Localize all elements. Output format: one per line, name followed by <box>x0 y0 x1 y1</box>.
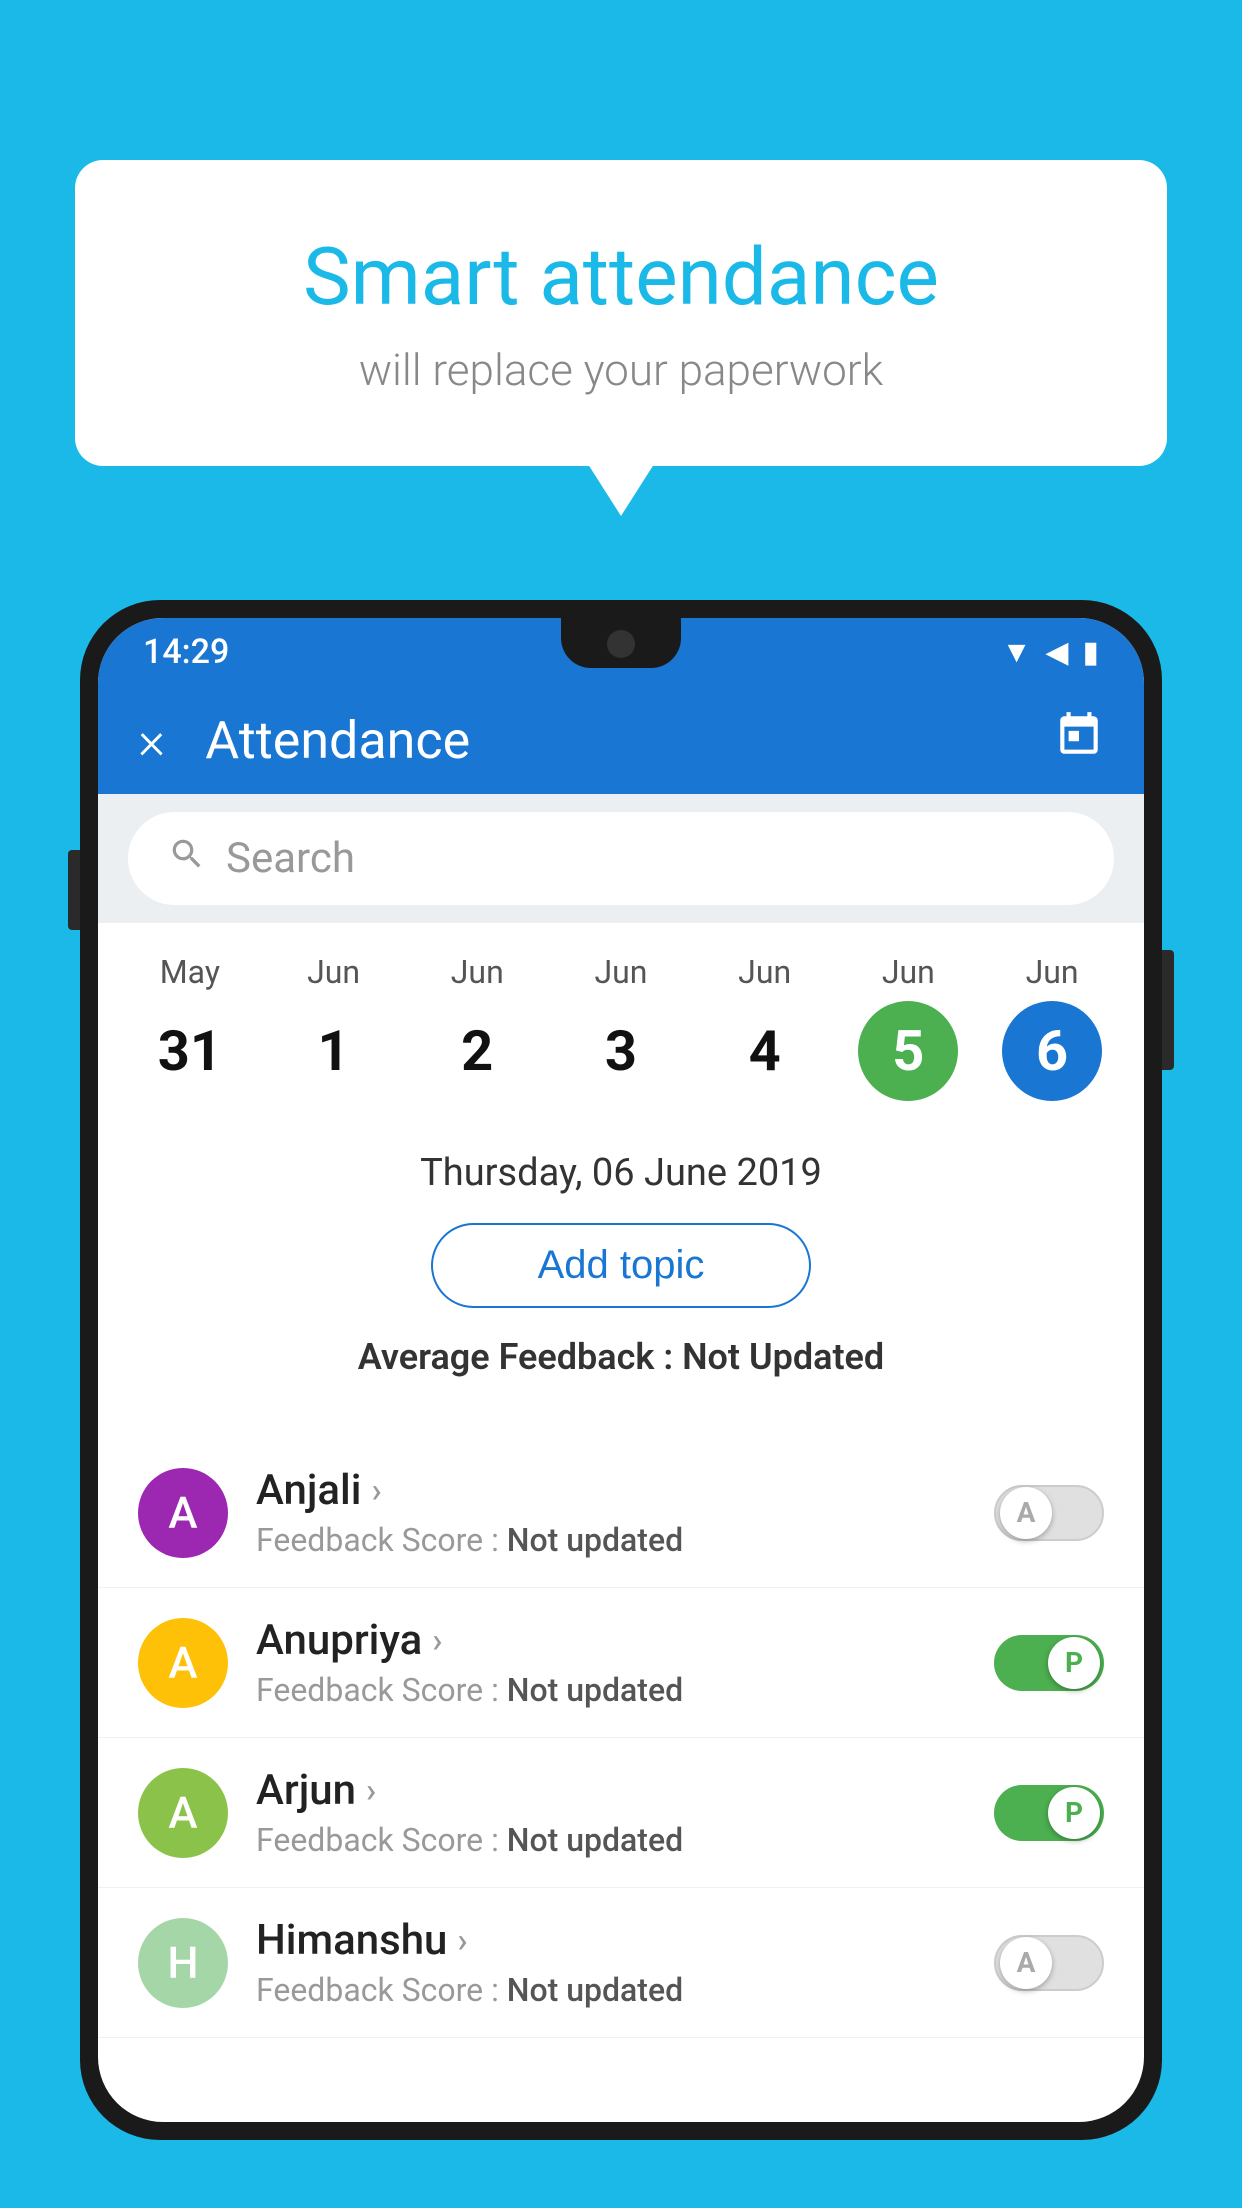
student-name: Arjun › <box>256 1766 966 1815</box>
calendar-day-5[interactable]: Jun 5 <box>853 953 963 1101</box>
cal-month-0: May <box>160 953 220 991</box>
list-item[interactable]: A Arjun › Feedback Score : Not updated P <box>98 1738 1144 1888</box>
student-feedback: Feedback Score : Not updated <box>256 1671 966 1709</box>
cal-month-1: Jun <box>307 953 360 991</box>
avatar: A <box>138 1468 228 1558</box>
chevron-right-icon: › <box>432 1621 442 1661</box>
cal-month-4: Jun <box>738 953 791 991</box>
search-container: Search <box>98 794 1144 923</box>
speech-bubble: Smart attendance will replace your paper… <box>75 160 1167 466</box>
calendar-icon-button[interactable] <box>1054 710 1104 771</box>
cal-month-5: Jun <box>882 953 935 991</box>
avg-feedback: Average Feedback : Not Updated <box>138 1336 1104 1378</box>
close-button[interactable]: × <box>138 710 165 771</box>
avatar: H <box>138 1918 228 2008</box>
avatar: A <box>138 1618 228 1708</box>
attendance-toggle[interactable]: P <box>994 1635 1104 1691</box>
calendar-day-1[interactable]: Jun 1 <box>279 953 389 1101</box>
toggle-knob: A <box>1000 1487 1052 1539</box>
student-name: Anjali › <box>256 1466 966 1515</box>
student-feedback: Feedback Score : Not updated <box>256 1971 966 2009</box>
student-feedback: Feedback Score : Not updated <box>256 1521 966 1559</box>
avatar: A <box>138 1768 228 1858</box>
list-item[interactable]: H Himanshu › Feedback Score : Not update… <box>98 1888 1144 2038</box>
cal-date-0: 31 <box>140 1001 240 1101</box>
speech-bubble-container: Smart attendance will replace your paper… <box>75 160 1167 466</box>
phone-side-button-left <box>68 850 80 930</box>
calendar-day-2[interactable]: Jun 2 <box>422 953 532 1101</box>
phone-notch <box>561 618 681 668</box>
student-info: Anjali › Feedback Score : Not updated <box>256 1466 966 1559</box>
search-placeholder: Search <box>226 834 355 883</box>
chevron-right-icon: › <box>371 1471 381 1511</box>
toggle-knob: P <box>1048 1637 1100 1689</box>
search-bar[interactable]: Search <box>128 812 1114 905</box>
student-name: Himanshu › <box>256 1916 966 1965</box>
cal-month-6: Jun <box>1026 953 1079 991</box>
status-icons: ▼ ◀ ▮ <box>1002 635 1099 670</box>
cal-date-4: 4 <box>715 1001 815 1101</box>
wifi-icon: ▼ <box>1002 635 1032 670</box>
student-feedback: Feedback Score : Not updated <box>256 1821 966 1859</box>
phone-container: 14:29 ▼ ◀ ▮ × Attendance <box>80 600 1162 2208</box>
speech-bubble-subtitle: will replace your paperwork <box>135 344 1107 396</box>
speech-bubble-title: Smart attendance <box>135 230 1107 324</box>
phone-screen: 14:29 ▼ ◀ ▮ × Attendance <box>98 618 1144 2122</box>
selected-date-label: Thursday, 06 June 2019 <box>138 1151 1104 1195</box>
calendar-day-4[interactable]: Jun 4 <box>710 953 820 1101</box>
calendar-strip: May 31 Jun 1 Jun 2 Jun 3 Jun 4 <box>98 923 1144 1121</box>
cal-month-2: Jun <box>451 953 504 991</box>
phone-camera <box>607 630 635 658</box>
phone-frame: 14:29 ▼ ◀ ▮ × Attendance <box>80 600 1162 2140</box>
cal-date-5: 5 <box>858 1001 958 1101</box>
cal-date-3: 3 <box>571 1001 671 1101</box>
cal-date-6: 6 <box>1002 1001 1102 1101</box>
avg-feedback-label: Average Feedback : <box>358 1336 673 1378</box>
attendance-toggle[interactable]: A <box>994 1485 1104 1541</box>
avg-feedback-value: Not Updated <box>682 1336 884 1378</box>
list-item[interactable]: A Anjali › Feedback Score : Not updated … <box>98 1438 1144 1588</box>
student-info: Himanshu › Feedback Score : Not updated <box>256 1916 966 2009</box>
student-info: Arjun › Feedback Score : Not updated <box>256 1766 966 1859</box>
cal-date-1: 1 <box>284 1001 384 1101</box>
add-topic-button[interactable]: Add topic <box>431 1223 811 1308</box>
app-bar: × Attendance <box>98 686 1144 794</box>
chevron-right-icon: › <box>366 1771 376 1811</box>
phone-side-button-right <box>1162 950 1174 1070</box>
calendar-day-6[interactable]: Jun 6 <box>997 953 1107 1101</box>
chevron-right-icon: › <box>457 1921 467 1961</box>
status-time: 14:29 <box>143 632 229 672</box>
content-area: Thursday, 06 June 2019 Add topic Average… <box>98 1121 1144 1438</box>
student-list: A Anjali › Feedback Score : Not updated … <box>98 1438 1144 2038</box>
list-item[interactable]: A Anupriya › Feedback Score : Not update… <box>98 1588 1144 1738</box>
student-name: Anupriya › <box>256 1616 966 1665</box>
battery-icon: ▮ <box>1082 635 1099 670</box>
toggle-knob: P <box>1048 1787 1100 1839</box>
signal-icon: ◀ <box>1045 635 1068 670</box>
attendance-toggle[interactable]: A <box>994 1935 1104 1991</box>
toggle-knob: A <box>1000 1937 1052 1989</box>
calendar-day-0[interactable]: May 31 <box>135 953 245 1101</box>
student-info: Anupriya › Feedback Score : Not updated <box>256 1616 966 1709</box>
search-icon <box>168 835 206 883</box>
cal-date-2: 2 <box>427 1001 527 1101</box>
attendance-toggle[interactable]: P <box>994 1785 1104 1841</box>
cal-month-3: Jun <box>594 953 647 991</box>
app-bar-title: Attendance <box>205 710 1054 771</box>
calendar-day-3[interactable]: Jun 3 <box>566 953 676 1101</box>
